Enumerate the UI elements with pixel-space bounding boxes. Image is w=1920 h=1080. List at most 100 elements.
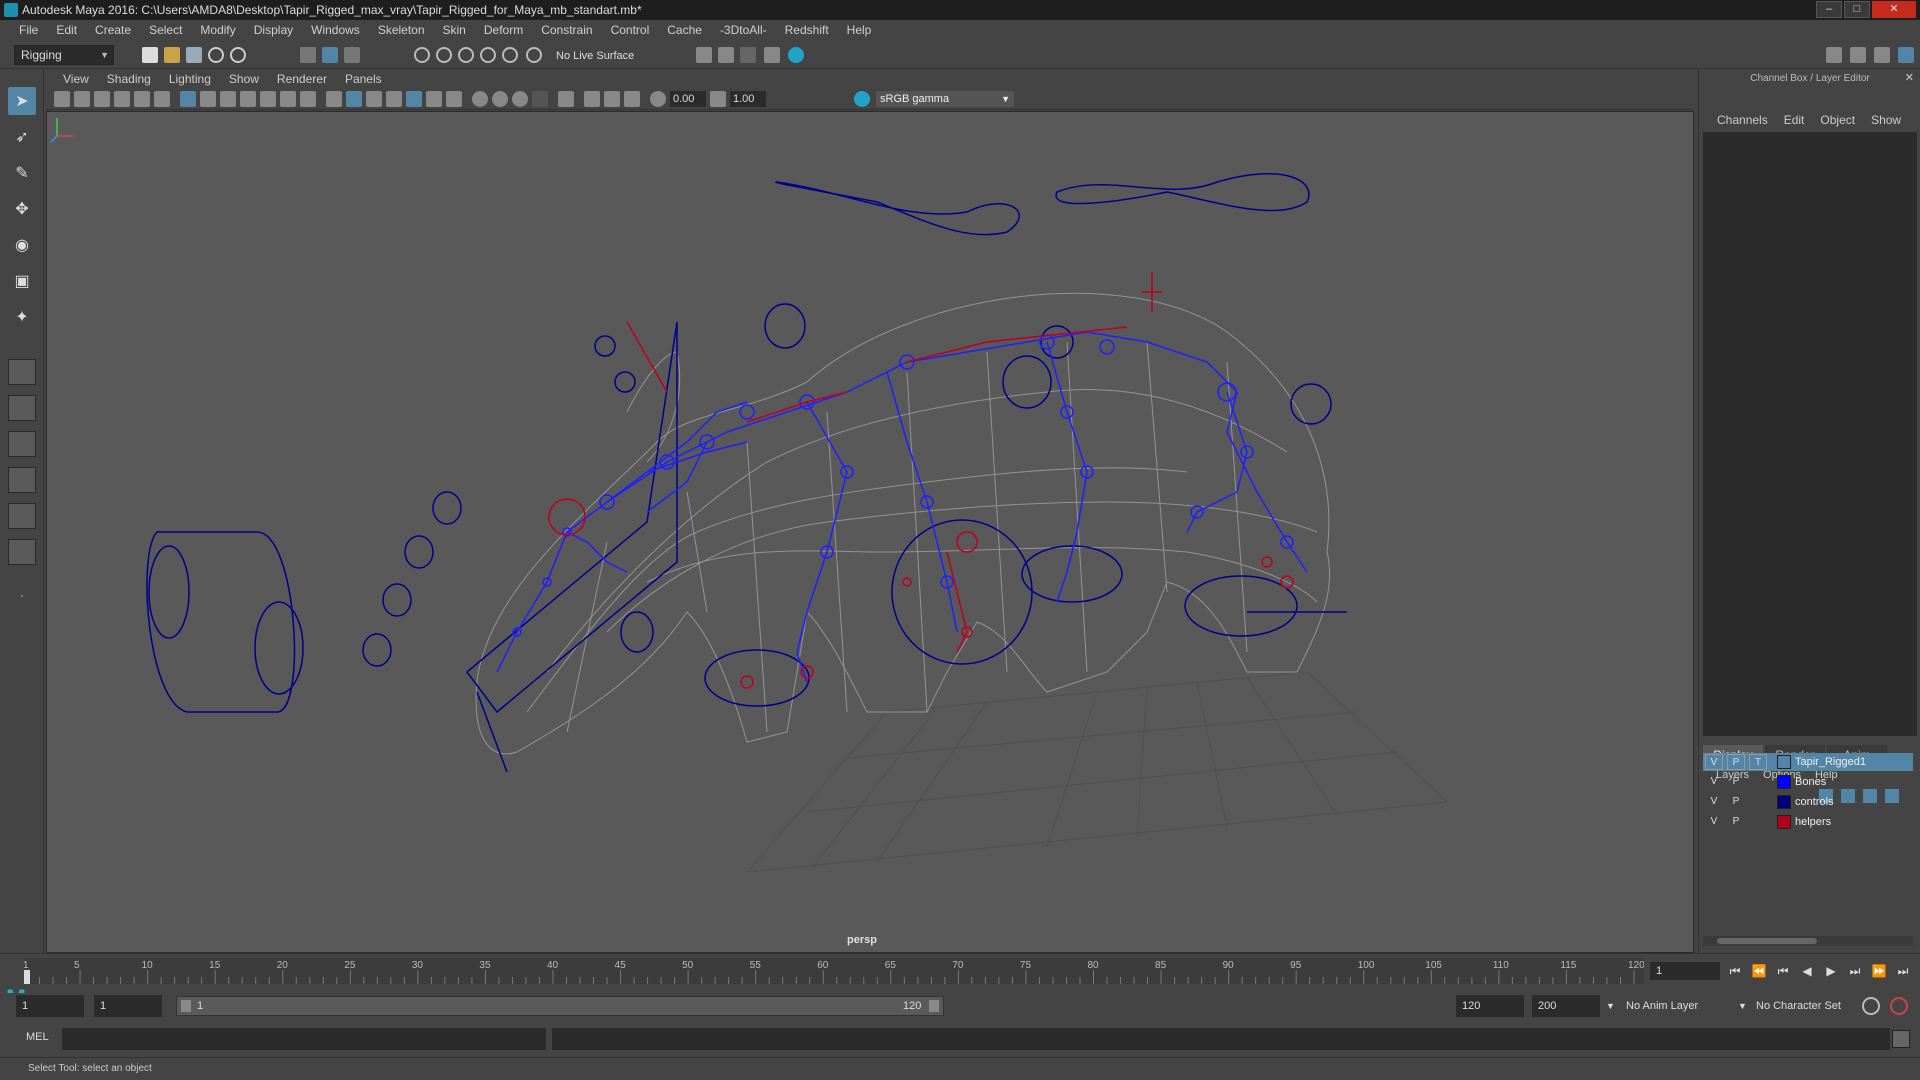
menu-skin[interactable]: Skin — [434, 20, 475, 41]
step-forward-frame-icon[interactable]: ⏭ — [1846, 962, 1864, 980]
menu-cache[interactable]: Cache — [658, 20, 711, 41]
menu-redshift[interactable]: Redshift — [776, 20, 838, 41]
playback-toggle[interactable]: P — [1727, 774, 1745, 790]
textured-icon[interactable] — [472, 91, 488, 107]
safe-title-icon[interactable] — [300, 91, 316, 107]
bookmark-icon[interactable] — [94, 91, 110, 107]
panel-menu-panels[interactable]: Panels — [336, 70, 391, 88]
snap-surface-icon[interactable] — [502, 47, 518, 63]
rotate-tool-icon[interactable]: ◉ — [8, 231, 36, 259]
step-back-frame-icon[interactable]: ⏮ — [1774, 962, 1792, 980]
display-type-toggle[interactable] — [1749, 814, 1767, 830]
exposure-field[interactable]: 0.00 — [670, 91, 706, 107]
outliner-layout-icon[interactable] — [8, 503, 36, 529]
menu-3dtoall[interactable]: -3DtoAll- — [711, 20, 776, 41]
shadows-icon[interactable] — [512, 91, 528, 107]
menu-skeleton[interactable]: Skeleton — [369, 20, 434, 41]
close-button[interactable]: ✕ — [1872, 1, 1916, 18]
menu-display[interactable]: Display — [245, 20, 302, 41]
channel-box-toggle-icon[interactable] — [1898, 47, 1914, 63]
panel-menu-shading[interactable]: Shading — [98, 70, 160, 88]
single-perspective-layout-icon[interactable] — [8, 359, 36, 385]
layer-editor-scrollbar[interactable] — [1703, 936, 1913, 946]
layer-row-controls[interactable]: V P controls — [1703, 793, 1913, 811]
film-gate-icon[interactable] — [200, 91, 216, 107]
wireframe-icon[interactable] — [326, 91, 342, 107]
playback-toggle[interactable]: P — [1727, 814, 1745, 830]
playback-toggle[interactable]: P — [1727, 754, 1745, 770]
undo-icon[interactable] — [208, 47, 224, 63]
gamma-reset-icon[interactable] — [710, 91, 726, 107]
visibility-toggle[interactable]: V — [1705, 794, 1723, 810]
snap-grid-icon[interactable] — [414, 47, 430, 63]
render-view-icon[interactable] — [764, 47, 780, 63]
render-frame-icon[interactable] — [718, 47, 734, 63]
xray-joints-icon[interactable] — [426, 91, 442, 107]
go-to-start-icon[interactable]: ⏮ — [1726, 962, 1744, 980]
range-bar[interactable]: 1 120 — [176, 996, 944, 1016]
motion-blur-icon[interactable] — [604, 91, 620, 107]
layer-color-swatch[interactable] — [1777, 775, 1791, 789]
lasso-tool-icon[interactable]: ➶ — [8, 123, 36, 151]
menu-constrain[interactable]: Constrain — [532, 20, 601, 41]
grease-pencil-icon[interactable] — [154, 91, 170, 107]
attribute-editor-icon[interactable] — [1850, 47, 1866, 63]
time-slider-track[interactable]: 1 5 10 15 20 25 30 35 40 45 50 55 60 65 70 75 80 85 90 95 10… — [24, 958, 1644, 984]
use-all-lights-icon[interactable] — [492, 91, 508, 107]
animation-preferences-icon[interactable] — [1890, 997, 1908, 1015]
new-scene-icon[interactable] — [142, 47, 158, 63]
maximize-button[interactable]: □ — [1844, 1, 1870, 18]
menu-control[interactable]: Control — [602, 20, 659, 41]
image-plane-icon[interactable] — [114, 91, 130, 107]
paint-select-icon[interactable]: ✎ — [8, 159, 36, 187]
panel-menu-show[interactable]: Show — [220, 70, 268, 88]
use-default-material-icon[interactable] — [366, 91, 382, 107]
visibility-toggle[interactable]: V — [1705, 774, 1723, 790]
go-to-end-icon[interactable]: ⏭ — [1894, 962, 1912, 980]
playback-toggle[interactable]: P — [1727, 794, 1745, 810]
anti-aliasing-icon[interactable] — [624, 91, 640, 107]
menu-set-dropdown[interactable]: Rigging ▼ — [14, 45, 114, 65]
select-object-icon[interactable] — [322, 47, 338, 63]
panel-menu-renderer[interactable]: Renderer — [268, 70, 336, 88]
gate-mask-icon[interactable] — [240, 91, 256, 107]
layer-row-bones[interactable]: V P Bones — [1703, 773, 1913, 791]
menu-help[interactable]: Help — [838, 20, 881, 41]
camera-attributes-icon[interactable] — [74, 91, 90, 107]
display-type-toggle[interactable]: T — [1749, 754, 1767, 770]
render-settings-icon[interactable] — [696, 47, 712, 63]
layer-row-tapir-rigged1[interactable]: V P T Tapir_Rigged1 — [1703, 753, 1913, 771]
script-language-label[interactable]: MEL — [26, 1031, 49, 1043]
snap-point-icon[interactable] — [458, 47, 474, 63]
character-set-dropdown[interactable]: ▼ No Character Set — [1738, 996, 1864, 1016]
step-back-key-icon[interactable]: ⏪ — [1750, 962, 1768, 980]
visibility-toggle[interactable]: V — [1705, 754, 1723, 770]
close-icon[interactable]: ✕ — [1905, 71, 1914, 84]
panel-menu-view[interactable]: View — [54, 70, 98, 88]
view-transform-dropdown[interactable]: sRGB gamma ▼ — [876, 91, 1014, 107]
scrollbar-thumb[interactable] — [1717, 938, 1817, 944]
field-chart-icon[interactable] — [260, 91, 276, 107]
select-tool-icon[interactable]: ➤ — [8, 87, 36, 115]
move-tool-icon[interactable]: ✥ — [8, 195, 36, 223]
snap-vertex-icon[interactable] — [526, 47, 542, 63]
resolution-gate-icon[interactable] — [220, 91, 236, 107]
scale-tool-icon[interactable]: ▣ — [8, 267, 36, 295]
ipr-render-icon[interactable] — [740, 47, 756, 63]
range-end-handle[interactable] — [929, 1000, 939, 1012]
menu-windows[interactable]: Windows — [302, 20, 369, 41]
layer-color-swatch[interactable] — [1777, 795, 1791, 809]
menu-modify[interactable]: Modify — [191, 20, 244, 41]
smooth-shade-icon[interactable] — [346, 91, 362, 107]
open-scene-icon[interactable] — [164, 47, 180, 63]
edit-menu[interactable]: Edit — [1776, 113, 1813, 127]
modeling-toolkit-icon[interactable] — [1826, 47, 1842, 63]
more-layouts-icon[interactable]: · — [8, 585, 36, 605]
play-forwards-icon[interactable]: ▶ — [1822, 962, 1840, 980]
animation-end-field[interactable]: 200 — [1532, 995, 1600, 1017]
layer-row-helpers[interactable]: V P helpers — [1703, 813, 1913, 831]
layer-color-swatch[interactable] — [1777, 755, 1791, 769]
gamma-field[interactable]: 1.00 — [730, 91, 766, 107]
anim-layer-dropdown[interactable]: ▼ No Anim Layer — [1606, 996, 1746, 1016]
menu-create[interactable]: Create — [86, 20, 140, 41]
